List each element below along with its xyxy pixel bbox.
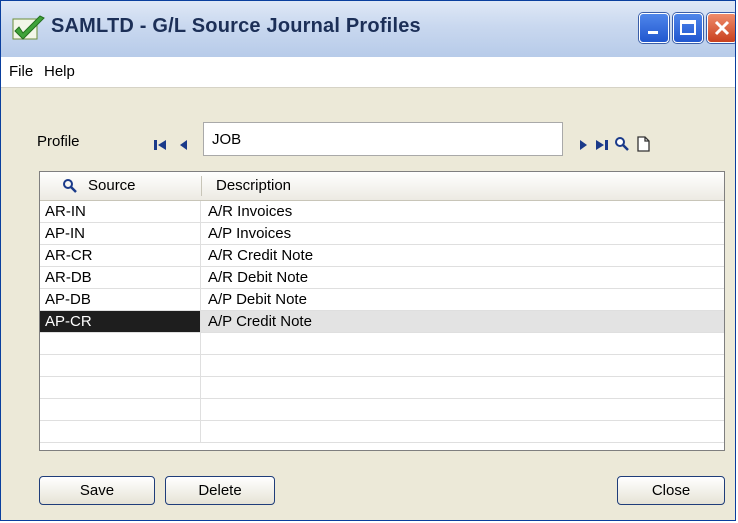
finder-icon[interactable] <box>614 136 630 152</box>
close-icon <box>714 20 730 36</box>
profile-label: Profile <box>37 133 80 150</box>
source-grid[interactable]: Source Description AR-IN A/R Invoices AP-I… <box>39 171 725 451</box>
table-row[interactable]: AR-IN A/R Invoices <box>40 201 724 223</box>
table-row[interactable]: AP-DB A/P Debit Note <box>40 289 724 311</box>
source-cell[interactable]: AP-DB <box>40 289 201 310</box>
maximize-icon <box>680 20 696 35</box>
description-cell[interactable]: A/R Debit Note <box>202 267 722 288</box>
table-row[interactable] <box>40 421 724 443</box>
source-cell[interactable] <box>40 421 201 442</box>
source-cell[interactable] <box>40 355 201 376</box>
description-cell[interactable] <box>202 399 722 420</box>
green-checkmark-icon <box>12 15 45 40</box>
first-record-icon[interactable] <box>152 137 168 153</box>
source-cell[interactable] <box>40 333 201 354</box>
description-cell[interactable]: A/R Credit Note <box>202 245 722 266</box>
profile-input[interactable] <box>203 122 563 156</box>
description-cell[interactable] <box>202 333 722 354</box>
column-finder-icon[interactable] <box>62 178 78 194</box>
next-record-icon[interactable] <box>575 137 591 153</box>
new-document-icon[interactable] <box>635 136 651 152</box>
save-button[interactable]: Save <box>39 476 155 505</box>
table-row[interactable]: AP-CR A/P Credit Note <box>40 311 724 333</box>
grid-header: Source Description <box>40 172 724 201</box>
description-cell[interactable] <box>202 377 722 398</box>
table-row[interactable]: AP-IN A/P Invoices <box>40 223 724 245</box>
source-cell[interactable]: AP-CR <box>40 311 201 332</box>
maximize-button[interactable] <box>673 13 703 43</box>
last-record-icon[interactable] <box>594 137 610 153</box>
close-button[interactable]: Close <box>617 476 725 505</box>
title-bar[interactable]: SAMLTD - G/L Source Journal Profiles <box>1 1 735 58</box>
description-cell[interactable]: A/P Credit Note <box>202 311 722 332</box>
table-row[interactable] <box>40 355 724 377</box>
source-cell[interactable] <box>40 377 201 398</box>
table-row[interactable]: AR-CR A/R Credit Note <box>40 245 724 267</box>
description-cell[interactable]: A/P Invoices <box>202 223 722 244</box>
column-header-source[interactable]: Source <box>88 172 136 200</box>
table-row[interactable] <box>40 399 724 421</box>
source-cell[interactable]: AR-DB <box>40 267 201 288</box>
menu-bar: File Help <box>1 57 735 88</box>
table-row[interactable]: AR-DB A/R Debit Note <box>40 267 724 289</box>
column-header-description[interactable]: Description <box>216 172 291 200</box>
source-cell[interactable]: AR-IN <box>40 201 201 222</box>
delete-button[interactable]: Delete <box>165 476 275 505</box>
minimize-button[interactable] <box>639 13 669 43</box>
table-row[interactable] <box>40 377 724 399</box>
description-cell[interactable]: A/P Debit Note <box>202 289 722 310</box>
table-row[interactable] <box>40 333 724 355</box>
column-divider[interactable] <box>201 176 202 196</box>
menu-help[interactable]: Help <box>44 63 75 80</box>
previous-record-icon[interactable] <box>176 137 192 153</box>
menu-file[interactable]: File <box>9 63 33 80</box>
description-cell[interactable] <box>202 421 722 442</box>
description-cell[interactable] <box>202 355 722 376</box>
main-window: SAMLTD - G/L Source Journal Profiles Fil… <box>0 0 736 521</box>
grid-rows: AR-IN A/R Invoices AP-IN A/P Invoices AR-CR A… <box>40 201 724 443</box>
close-window-button[interactable] <box>707 13 735 43</box>
description-cell[interactable]: A/R Invoices <box>202 201 722 222</box>
window-title: SAMLTD - G/L Source Journal Profiles <box>51 15 421 37</box>
minimize-icon <box>648 31 658 34</box>
source-cell[interactable] <box>40 399 201 420</box>
source-cell[interactable]: AR-CR <box>40 245 201 266</box>
source-cell[interactable]: AP-IN <box>40 223 201 244</box>
